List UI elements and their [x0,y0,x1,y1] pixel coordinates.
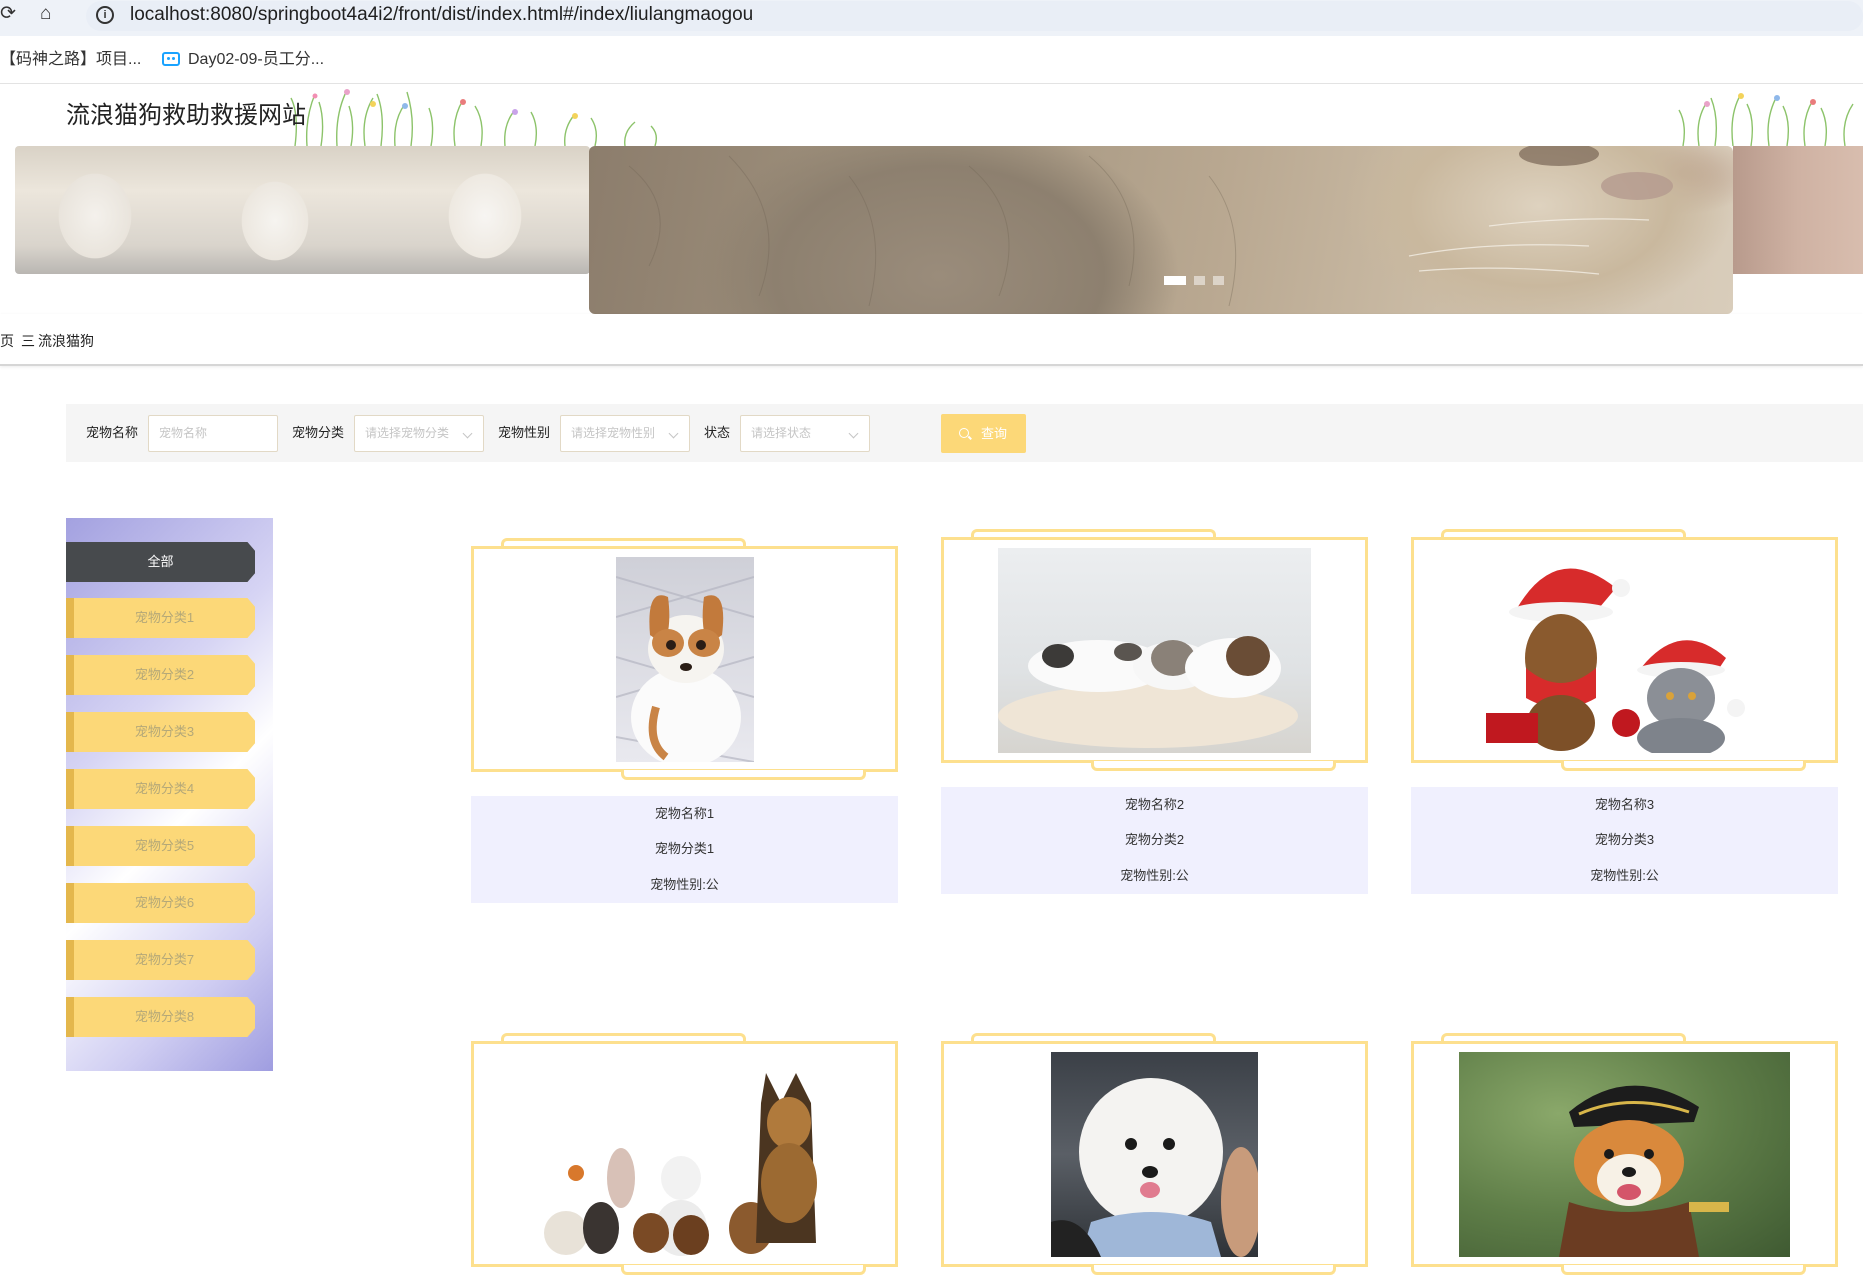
status-label: 状态 [704,425,731,440]
card-frame-tab [1091,761,1336,771]
carousel-slide-next[interactable] [1733,146,1863,274]
category-item[interactable]: 宠物分类8 [66,997,255,1037]
pet-info: 宠物名称3 宠物分类3 宠物性别:公 [1411,787,1838,894]
pet-photo[interactable] [1459,1052,1790,1257]
carousel-dot-3[interactable] [1213,276,1224,285]
bilibili-icon [162,52,180,66]
reload-icon[interactable]: ⟳ [0,4,16,24]
pet-name: 宠物名称1 [654,806,715,821]
category-item[interactable]: 宠物分类2 [66,655,255,695]
category-item[interactable]: 宠物分类3 [66,712,255,752]
chevron-down-icon [668,428,679,439]
category-item[interactable]: 宠物分类6 [66,883,255,923]
pet-group-photo-illustration [544,1073,817,1256]
corgi-pirate-photo-illustration [1559,1085,1729,1257]
pet-gender: 宠物性别:公 [650,877,719,892]
pet-photo[interactable] [541,1063,831,1258]
pet-name: 宠物名称3 [1594,797,1655,812]
card-frame-tab [1561,761,1806,771]
pet-name-placeholder: 宠物名称 [159,426,208,440]
pet-photo[interactable] [1466,548,1781,753]
carousel-slide-active[interactable] [589,146,1733,314]
pet-photo[interactable] [998,548,1311,753]
chevron-down-icon [462,428,473,439]
site-title: 流浪猫狗救助救援网站 [66,102,306,129]
status-placeholder: 请选择状态 [751,426,812,440]
breadcrumb-current: 流浪猫狗 [38,333,94,349]
pet-name-label: 宠物名称 [86,425,139,440]
category-item[interactable]: 宠物分类4 [66,769,255,809]
category-item[interactable]: 宠物分类1 [66,598,255,638]
pet-category-label: 宠物分类 [292,425,345,440]
bookmark-item[interactable]: Day02-09-员工分... [162,50,324,70]
status-select[interactable]: 请选择状态 [740,415,870,452]
url-host: localhost [130,4,205,25]
bookmark-label: Day02-09-员工分... [188,51,325,68]
category-sidebar: 全部 宠物分类1 宠物分类2 宠物分类3 宠物分类4 宠物分类5 宠物分类6 宠… [66,518,273,1071]
breadcrumb: 页 三 流浪猫狗 [0,314,1863,366]
query-button[interactable]: 查询 [941,414,1026,453]
pet-photo[interactable] [616,557,754,762]
bookmarks-bar: 【码神之路】项目... Day02-09-员工分... [0,36,1863,84]
grass-decoration-icon [1678,93,1854,146]
url-text[interactable]: localhost:8080/springboot4a4i2/front/dis… [130,4,753,26]
grass-decoration-icon [290,89,658,146]
pet-category-placeholder: 请选择宠物分类 [365,426,450,440]
christmas-pets-photo-illustration [1486,568,1745,753]
pet-gender-placeholder: 请选择宠物性别 [571,426,656,440]
category-all[interactable]: 全部 [66,542,255,582]
card-frame-tab [621,1265,866,1275]
pet-info: 宠物名称1 宠物分类1 宠物性别:公 [471,796,898,903]
search-bar: 宠物名称 宠物名称 宠物分类 请选择宠物分类 宠物性别 请选择宠物性别 状态 请… [66,404,1863,462]
chevron-down-icon [848,428,859,439]
home-icon[interactable]: ⌂ [40,4,51,24]
query-button-label: 查询 [981,426,1008,441]
carousel-dot-1[interactable] [1164,276,1186,285]
breadcrumb-home[interactable]: 页 [0,333,14,349]
search-icon [959,428,969,438]
cat-fur-illustration [628,146,1673,307]
dog-photo-illustration [616,576,754,762]
pet-name-input[interactable]: 宠物名称 [148,415,278,452]
category-item[interactable]: 宠物分类5 [66,826,255,866]
pet-gender-label: 宠物性别 [498,425,551,440]
breadcrumb-separator: 三 [21,333,35,349]
pet-category: 宠物分类3 [1594,832,1655,847]
url-path: :8080/springboot4a4i2/front/dist/index.h… [205,4,754,25]
browser-address-bar: ⟳ ⌂ i localhost:8080/springboot4a4i2/fro… [0,0,1863,36]
category-item[interactable]: 宠物分类7 [66,940,255,980]
carousel-dot-2[interactable] [1194,276,1205,285]
site-info-icon[interactable]: i [96,6,114,24]
pet-gender-select[interactable]: 请选择宠物性别 [560,415,690,452]
pet-gender: 宠物性别:公 [1590,868,1659,883]
card-frame-tab [621,770,866,780]
bookmark-item[interactable]: 【码神之路】项目... [0,50,141,70]
card-frame-tab [1561,1265,1806,1275]
card-frame-tab [1091,1265,1336,1275]
pet-category: 宠物分类1 [654,841,715,856]
pet-category-select[interactable]: 请选择宠物分类 [354,415,484,452]
carousel-slide-prev[interactable] [15,146,590,274]
poodle-photo-illustration [1051,1078,1258,1257]
pet-gender: 宠物性别:公 [1120,868,1189,883]
pet-info: 宠物名称2 宠物分类2 宠物性别:公 [941,787,1368,894]
pet-name: 宠物名称2 [1124,797,1185,812]
pet-category: 宠物分类2 [1124,832,1185,847]
pet-photo[interactable] [1051,1052,1258,1257]
cat-and-dog-photo-illustration [998,636,1298,748]
